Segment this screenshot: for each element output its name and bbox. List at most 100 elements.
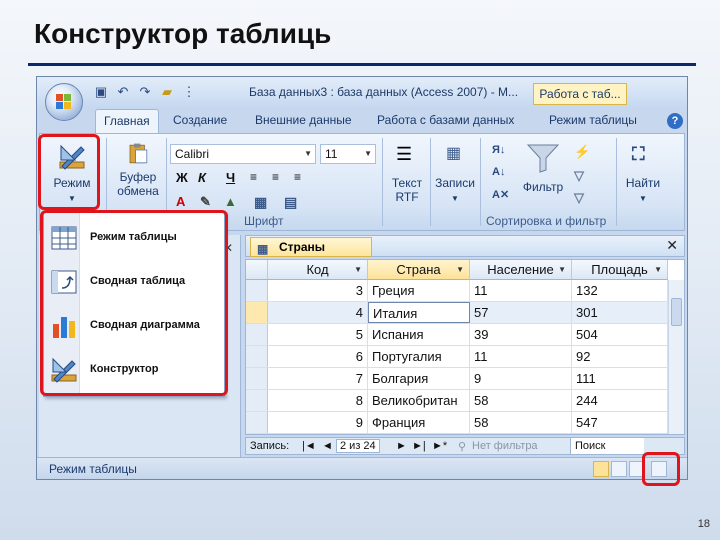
font-color-icon[interactable]: A: [176, 194, 185, 209]
cell-area[interactable]: 92: [572, 346, 668, 367]
binoculars-icon[interactable]: ⛶: [632, 144, 645, 165]
align-center-icon[interactable]: ≡: [272, 170, 279, 184]
cell-area[interactable]: 301: [572, 302, 668, 323]
advanced-filter-icon[interactable]: ▽: [574, 168, 584, 184]
highlight-design-view-button: [642, 452, 680, 486]
cell-code[interactable]: 3: [268, 280, 368, 301]
save-icon[interactable]: ▣: [93, 84, 109, 100]
alt-fill-icon[interactable]: ▤: [284, 194, 297, 211]
underline-button[interactable]: Ч: [226, 170, 235, 185]
cell-code[interactable]: 9: [268, 412, 368, 433]
cell-country[interactable]: Испания: [368, 324, 470, 345]
undo-icon[interactable]: ↶: [115, 84, 131, 100]
status-datasheet-view-button[interactable]: [593, 461, 609, 477]
bold-button[interactable]: Ж: [176, 170, 188, 185]
cell-population[interactable]: 11: [470, 346, 572, 367]
cell-code[interactable]: 6: [268, 346, 368, 367]
records-icon[interactable]: ▦: [446, 146, 464, 162]
table-row[interactable]: 7 Болгария 9 111: [246, 368, 684, 390]
clipboard-button[interactable]: Буфер обмена: [110, 142, 166, 198]
cell-population[interactable]: 58: [470, 390, 572, 411]
cell-population[interactable]: 58: [470, 412, 572, 433]
tab-external-data[interactable]: Внешние данные: [255, 113, 352, 127]
no-filter-label[interactable]: Нет фильтра: [472, 440, 538, 452]
document-tab[interactable]: ▦ Страны Европы: [250, 237, 372, 272]
cell-area[interactable]: 504: [572, 324, 668, 345]
table-row[interactable]: 4 Италия 57 301: [246, 302, 684, 324]
italic-button[interactable]: К: [198, 170, 206, 185]
cell-country[interactable]: Италия: [368, 302, 470, 323]
toggle-filter-icon[interactable]: ▽: [574, 190, 584, 206]
cell-area[interactable]: 132: [572, 280, 668, 301]
status-pivot-table-button[interactable]: [611, 461, 627, 477]
sort-asc-icon[interactable]: Я↓: [492, 144, 505, 156]
filter-button[interactable]: Фильтр: [520, 180, 566, 194]
sort-group-label: Сортировка и фильтр: [486, 214, 607, 228]
cell-population[interactable]: 57: [470, 302, 572, 323]
scrollbar-thumb[interactable]: [671, 298, 682, 326]
select-all-corner[interactable]: [246, 260, 268, 280]
table-row[interactable]: 5 Испания 39 504: [246, 324, 684, 346]
sort-desc-icon[interactable]: А↓: [492, 166, 505, 178]
cell-country[interactable]: Великобритан: [368, 390, 470, 411]
next-record-icon[interactable]: ►: [396, 440, 407, 452]
customize-icon[interactable]: ⋮: [181, 84, 197, 100]
tab-create[interactable]: Создание: [173, 113, 227, 127]
cell-code[interactable]: 5: [268, 324, 368, 345]
cell-area[interactable]: 547: [572, 412, 668, 433]
column-header-population[interactable]: Население ▼: [470, 260, 572, 280]
clear-sort-icon[interactable]: А✕: [492, 188, 509, 201]
prev-record-icon[interactable]: ◄: [322, 440, 333, 452]
column-header-area[interactable]: Площадь ▼: [572, 260, 668, 280]
filter-icon[interactable]: [526, 142, 560, 174]
selection-filter-icon[interactable]: ⚡: [574, 144, 590, 160]
quick-access-toolbar: ▣ ↶ ↷ ▰ ⋮: [93, 84, 197, 100]
new-record-icon[interactable]: ►*: [432, 440, 447, 452]
first-record-icon[interactable]: |◄: [302, 440, 316, 452]
rtf-button[interactable]: Текст RTF: [386, 176, 428, 204]
vertical-scrollbar[interactable]: [668, 280, 684, 434]
cell-country[interactable]: Португалия: [368, 346, 470, 367]
cell-population[interactable]: 9: [470, 368, 572, 389]
close-icon[interactable]: ✕: [666, 237, 678, 254]
search-input[interactable]: Поиск: [570, 438, 644, 454]
find-button[interactable]: Найти ▼: [620, 176, 666, 206]
cell-area[interactable]: 111: [572, 368, 668, 389]
cell-code[interactable]: 8: [268, 390, 368, 411]
font-size-combo[interactable]: 11 ▼: [320, 144, 376, 164]
redo-icon[interactable]: ↷: [137, 84, 153, 100]
tab-database-tools[interactable]: Работа с базами данных: [377, 113, 514, 127]
align-right-icon[interactable]: ≡: [294, 170, 301, 184]
table-row[interactable]: 6 Португалия 11 92: [246, 346, 684, 368]
cell-population[interactable]: 39: [470, 324, 572, 345]
records-button[interactable]: Записи ▼: [432, 176, 478, 206]
cell-country[interactable]: Франция: [368, 412, 470, 433]
list-icon[interactable]: ☰: [396, 145, 416, 163]
cell-area[interactable]: 244: [572, 390, 668, 411]
table-icon: ▦: [257, 242, 269, 256]
cell-population[interactable]: 11: [470, 280, 572, 301]
last-record-icon[interactable]: ►|: [412, 440, 426, 452]
gridlines-icon[interactable]: ▦: [254, 194, 267, 211]
table-row[interactable]: 9 Франция 58 547: [246, 412, 684, 434]
open-folder-icon[interactable]: ▰: [159, 84, 175, 100]
fill-color-icon[interactable]: ▲: [224, 194, 237, 209]
tab-datasheet[interactable]: Режим таблицы: [549, 113, 637, 127]
cell-country[interactable]: Греция: [368, 280, 470, 301]
tab-home[interactable]: Главная: [95, 109, 159, 133]
align-left-icon[interactable]: ≡: [250, 170, 257, 184]
cell-code[interactable]: 7: [268, 368, 368, 389]
column-header-country[interactable]: Страна ▼: [368, 260, 470, 280]
column-header-code[interactable]: Код ▼: [268, 260, 368, 280]
font-name-combo[interactable]: Calibri ▼: [170, 144, 316, 164]
record-position[interactable]: 2 из 24: [336, 439, 380, 453]
office-button[interactable]: [45, 83, 83, 121]
font-size-value: 11: [325, 147, 338, 161]
highlight-icon[interactable]: ✎: [200, 194, 211, 210]
help-icon[interactable]: ?: [667, 113, 683, 129]
cell-country[interactable]: Болгария: [368, 368, 470, 389]
cell-code[interactable]: 4: [268, 302, 368, 323]
table-row[interactable]: 8 Великобритан 58 244: [246, 390, 684, 412]
context-tab[interactable]: Работа с таб...: [533, 83, 627, 105]
table-row[interactable]: 3 Греция 11 132: [246, 280, 684, 302]
